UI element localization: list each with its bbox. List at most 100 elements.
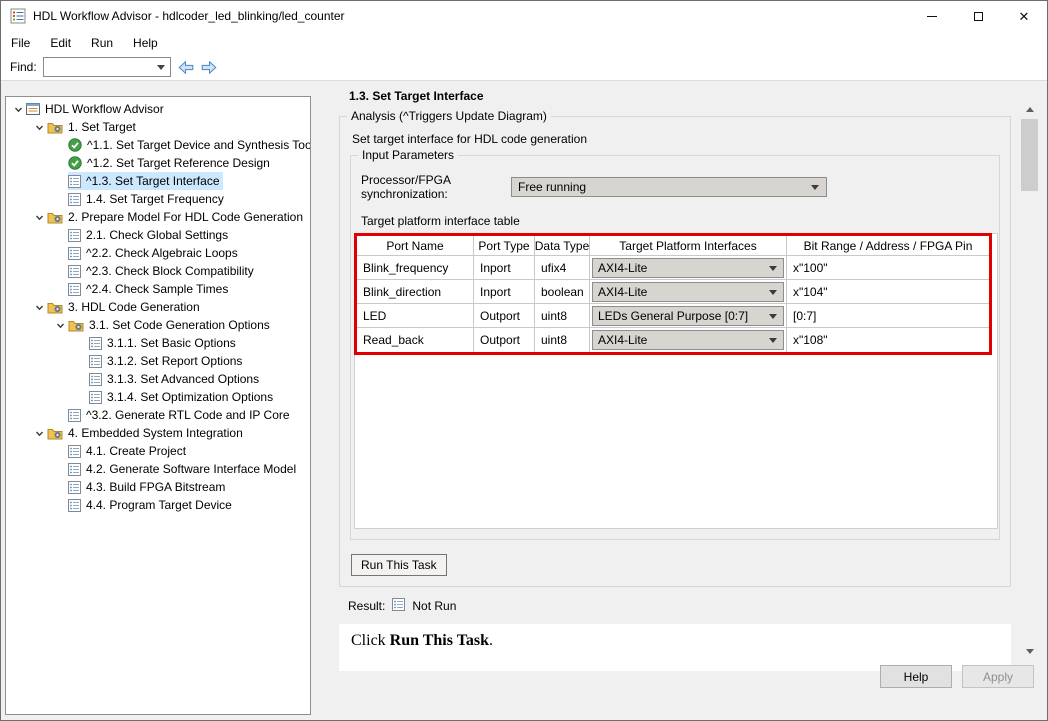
result-row: Result: Not Run — [348, 598, 1023, 614]
analysis-group: Analysis (^Triggers Update Diagram) Set … — [339, 116, 1011, 587]
tree-expander-icon[interactable] — [31, 123, 47, 132]
port-type-cell: Outport — [474, 304, 535, 328]
tree-item-label: ^3.2. Generate RTL Code and IP Core — [86, 408, 290, 422]
task-icon — [89, 391, 102, 404]
port-name-cell: Read_back — [357, 328, 474, 352]
tree-item[interactable]: 3.1.4. Set Optimization Options — [6, 388, 310, 406]
close-button[interactable]: ✕ — [1001, 1, 1047, 31]
tree-item[interactable]: 3.1.2. Set Report Options — [6, 352, 310, 370]
tree-item-label: 3.1.3. Set Advanced Options — [107, 372, 259, 386]
task-icon — [68, 409, 81, 422]
tree-item[interactable]: 1. Set Target — [6, 118, 310, 136]
tree-item-label: 3.1.4. Set Optimization Options — [107, 390, 273, 404]
find-toolbar: Find: — [1, 54, 1047, 81]
task-icon — [89, 373, 102, 386]
tree-item[interactable]: ^1.3. Set Target Interface — [6, 172, 310, 190]
input-parameters-group: Input Parameters Processor/FPGA synchron… — [350, 155, 1000, 540]
interface-table-header: Port NamePort TypeData TypeTarget Platfo… — [357, 236, 989, 256]
tree-item[interactable]: ^2.4. Check Sample Times — [6, 280, 310, 298]
minimize-button[interactable] — [909, 1, 955, 31]
menu-file[interactable]: File — [1, 33, 40, 53]
tree-item-label: ^2.4. Check Sample Times — [86, 282, 228, 296]
menu-help[interactable]: Help — [123, 33, 168, 53]
maximize-icon — [974, 12, 983, 21]
sync-combobox-value: Free running — [518, 180, 586, 194]
check-icon — [68, 138, 82, 152]
scrollbar-down-icon[interactable] — [1021, 643, 1038, 660]
table-caption: Target platform interface table — [361, 214, 996, 228]
interface-combobox[interactable]: LEDs General Purpose [0:7] — [592, 306, 784, 326]
tree-item[interactable]: ^3.2. Generate RTL Code and IP Core — [6, 406, 310, 424]
menu-run[interactable]: Run — [81, 33, 123, 53]
vertical-scrollbar[interactable] — [1021, 101, 1038, 660]
tree-item[interactable]: 4.4. Program Target Device — [6, 496, 310, 514]
scrollbar-thumb[interactable] — [1021, 119, 1038, 191]
interface-cell: AXI4-Lite — [590, 280, 787, 304]
bit-range-cell[interactable]: [0:7] — [787, 304, 989, 328]
tree-item-label: 2. Prepare Model For HDL Code Generation — [68, 210, 303, 224]
task-icon — [68, 247, 81, 260]
interface-table-area: Port NamePort TypeData TypeTarget Platfo… — [354, 233, 998, 529]
tree-item[interactable]: 4.3. Build FPGA Bitstream — [6, 478, 310, 496]
tree-expander-icon[interactable] — [31, 429, 47, 438]
tree-item[interactable]: ^2.3. Check Block Compatibility — [6, 262, 310, 280]
analysis-group-legend: Analysis (^Triggers Update Diagram) — [347, 109, 551, 123]
tree-item-label: 4.1. Create Project — [86, 444, 186, 458]
data-type-cell: boolean — [535, 280, 590, 304]
task-icon — [68, 193, 81, 206]
close-icon: ✕ — [1019, 10, 1030, 23]
tree-item[interactable]: 3.1.3. Set Advanced Options — [6, 370, 310, 388]
find-next-button[interactable] — [201, 61, 217, 74]
menu-edit[interactable]: Edit — [40, 33, 81, 53]
task-icon — [89, 337, 102, 350]
find-previous-button[interactable] — [178, 61, 194, 74]
find-dropdown-arrow-icon[interactable] — [153, 59, 169, 75]
interface-table-body: Blink_frequencyInportufix4AXI4-Litex"100… — [357, 256, 989, 352]
tree-expander-icon[interactable] — [10, 105, 26, 114]
tree-expander-icon[interactable] — [31, 213, 47, 222]
tree-item-label: ^1.1. Set Target Device and Synthesis To… — [87, 138, 311, 152]
tree-item[interactable]: 4. Embedded System Integration — [6, 424, 310, 442]
tree-item[interactable]: 3.1.1. Set Basic Options — [6, 334, 310, 352]
folder-icon — [68, 319, 84, 332]
table-row: Read_backOutportuint8AXI4-Litex"108" — [357, 328, 989, 352]
tree-item[interactable]: 2. Prepare Model For HDL Code Generation — [6, 208, 310, 226]
tree-item[interactable]: ^1.2. Set Target Reference Design — [6, 154, 310, 172]
interface-combobox[interactable]: AXI4-Lite — [592, 330, 784, 350]
tree-item[interactable]: ^1.1. Set Target Device and Synthesis To… — [6, 136, 310, 154]
tree-expander-icon[interactable] — [52, 321, 68, 330]
maximize-button[interactable] — [955, 1, 1001, 31]
result-status-icon — [392, 598, 405, 614]
tree-item[interactable]: HDL Workflow Advisor — [6, 100, 310, 118]
sync-combobox[interactable]: Free running — [511, 177, 827, 197]
table-row: Blink_directionInportbooleanAXI4-Litex"1… — [357, 280, 989, 304]
bit-range-cell[interactable]: x"104" — [787, 280, 989, 304]
tree-item[interactable]: 2.1. Check Global Settings — [6, 226, 310, 244]
port-type-cell: Inport — [474, 280, 535, 304]
apply-button[interactable]: Apply — [962, 665, 1034, 688]
task-icon — [68, 265, 81, 278]
scrollbar-up-icon[interactable] — [1021, 101, 1038, 118]
tree-item-label: 4.3. Build FPGA Bitstream — [86, 480, 225, 494]
tree-item[interactable]: 4.2. Generate Software Interface Model — [6, 460, 310, 478]
run-this-task-button[interactable]: Run This Task — [351, 554, 447, 576]
port-type-cell: Outport — [474, 328, 535, 352]
find-input[interactable] — [43, 57, 171, 77]
highlight-rectangle: Port NamePort TypeData TypeTarget Platfo… — [354, 233, 992, 355]
table-row: Blink_frequencyInportufix4AXI4-Litex"100… — [357, 256, 989, 280]
tree-item[interactable]: 4.1. Create Project — [6, 442, 310, 460]
menubar: File Edit Run Help — [1, 31, 1047, 54]
task-icon — [89, 355, 102, 368]
tree-item[interactable]: 1.4. Set Target Frequency — [6, 190, 310, 208]
tree-item[interactable]: 3. HDL Code Generation — [6, 298, 310, 316]
table-header-cell: Data Type — [535, 236, 590, 256]
tree-item[interactable]: 3.1. Set Code Generation Options — [6, 316, 310, 334]
tree-item[interactable]: ^2.2. Check Algebraic Loops — [6, 244, 310, 262]
bit-range-cell[interactable]: x"108" — [787, 328, 989, 352]
interface-combobox[interactable]: AXI4-Lite — [592, 258, 784, 278]
interface-combobox[interactable]: AXI4-Lite — [592, 282, 784, 302]
bit-range-cell[interactable]: x"100" — [787, 256, 989, 280]
interface-cell: AXI4-Lite — [590, 256, 787, 280]
tree-expander-icon[interactable] — [31, 303, 47, 312]
help-button[interactable]: Help — [880, 665, 952, 688]
